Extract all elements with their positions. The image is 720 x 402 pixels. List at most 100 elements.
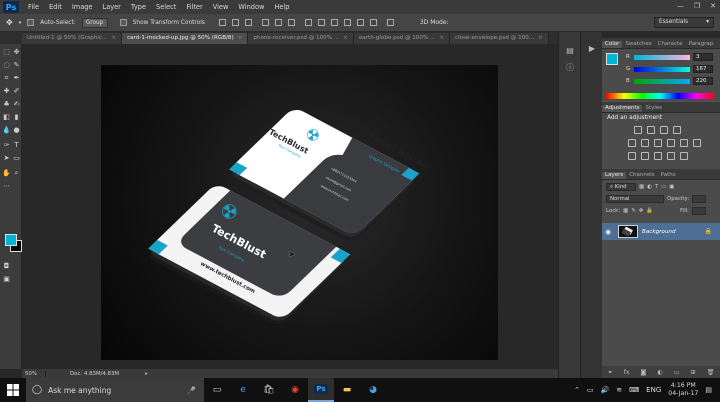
menu-file[interactable]: File <box>23 3 44 11</box>
distribute-bottom-icon[interactable] <box>330 19 338 26</box>
exposure-icon[interactable] <box>673 126 681 134</box>
lasso-tool-icon[interactable]: ◌ <box>2 61 11 70</box>
slider-blue[interactable]: B 220 <box>626 77 713 85</box>
adjustment-layer-icon[interactable]: ◐ <box>657 369 662 376</box>
canvas-area[interactable]: ☢ TechBlust Your Company www.techblust.c… <box>22 44 558 369</box>
new-group-icon[interactable]: ▭ <box>674 369 680 376</box>
layer-kind-filter[interactable]: ⌕ Kind <box>606 183 636 191</box>
lock-move-icon[interactable]: ✥ <box>639 208 644 214</box>
tab-untitled[interactable]: Untitled-1 @ 50% (Graphic... × <box>22 33 123 44</box>
toolbox-grip[interactable] <box>0 32 22 44</box>
document-canvas[interactable]: ☢ TechBlust Your Company www.techblust.c… <box>101 65 498 360</box>
menu-image[interactable]: Image <box>67 3 98 11</box>
auto-align-icon[interactable] <box>386 19 394 26</box>
align-center-icon[interactable] <box>274 19 282 26</box>
menu-type[interactable]: Type <box>126 3 151 11</box>
tab-adjustments[interactable]: Adjustments <box>602 105 643 112</box>
restore-icon[interactable]: ❐ <box>694 2 700 10</box>
lock-pixels-icon[interactable]: ▦ <box>623 208 628 214</box>
crop-tool-icon[interactable]: ⌗ <box>2 74 11 83</box>
healing-tool-icon[interactable]: ✚ <box>2 87 11 96</box>
browser-icon[interactable]: ◕ <box>360 378 386 402</box>
layer-name[interactable]: Background <box>642 229 676 235</box>
screen-mode-icon[interactable]: ▣ <box>2 275 11 284</box>
channel-mixer-icon[interactable] <box>693 139 701 147</box>
shape-tool-icon[interactable]: ▭ <box>12 154 21 163</box>
eye-icon[interactable]: ◉ <box>602 228 614 236</box>
auto-select-checkbox[interactable] <box>27 19 35 26</box>
language-indicator[interactable]: ENG <box>646 386 661 394</box>
close-icon[interactable]: × <box>111 35 116 41</box>
slider-red-value[interactable]: 3 <box>693 53 713 61</box>
hand-tool-icon[interactable]: ✋ <box>2 169 11 178</box>
distribute-middle-icon[interactable] <box>317 19 325 26</box>
slider-blue-track[interactable] <box>634 78 690 84</box>
distribute-left-icon[interactable] <box>343 19 351 26</box>
tab-phone-receiver[interactable]: phone-receiver.psd @ 100% ... × <box>248 33 354 44</box>
tab-close-envelope[interactable]: close-envelope.psd @ 100... × <box>450 33 549 44</box>
curves-icon[interactable] <box>660 126 668 134</box>
distribute-top-icon[interactable] <box>304 19 312 26</box>
slider-green-value[interactable]: 167 <box>693 65 713 73</box>
tab-channels[interactable]: Channels <box>626 172 657 179</box>
stamp-tool-icon[interactable]: ♣ <box>2 100 11 109</box>
photo-filter-icon[interactable] <box>680 139 688 147</box>
notifications-icon[interactable]: ▤ <box>705 386 712 394</box>
path-select-tool-icon[interactable]: ➤ <box>2 154 11 163</box>
play-icon[interactable]: ▶ <box>587 44 597 54</box>
blend-mode-dropdown[interactable]: Normal <box>606 195 664 203</box>
lock-all-icon[interactable]: 🔒 <box>646 208 653 214</box>
auto-select-dropdown[interactable]: Group <box>81 17 108 28</box>
microphone-icon[interactable]: 🎤 <box>187 386 196 395</box>
minimize-icon[interactable]: — <box>677 2 684 10</box>
close-icon[interactable]: × <box>238 35 243 41</box>
tab-paragraph[interactable]: Paragrap <box>686 41 717 48</box>
align-top-icon[interactable] <box>218 19 226 26</box>
filter-adjust-icon[interactable]: ◐ <box>647 184 652 190</box>
menu-edit[interactable]: Edit <box>44 3 67 11</box>
menu-window[interactable]: Window <box>233 3 269 11</box>
filter-pixel-icon[interactable]: ▦ <box>639 184 644 190</box>
filter-smart-icon[interactable]: ▣ <box>669 184 674 190</box>
pen-tool-icon[interactable]: ✑ <box>2 141 11 150</box>
tab-swatches[interactable]: Swatches <box>622 41 654 48</box>
tab-styles[interactable]: Styles <box>642 105 665 112</box>
workspace-dropdown[interactable]: Essentials ▾ <box>654 17 714 28</box>
store-icon[interactable]: 🛍 <box>256 378 282 402</box>
menu-view[interactable]: View <box>208 3 234 11</box>
link-layers-icon[interactable]: ⚭ <box>608 369 613 376</box>
filter-type-icon[interactable]: T <box>655 184 658 190</box>
start-button[interactable] <box>0 378 26 402</box>
invert-icon[interactable] <box>628 152 636 160</box>
chrome-icon[interactable]: ◉ <box>282 378 308 402</box>
wifi-icon[interactable]: ≋ <box>616 386 622 394</box>
slider-green[interactable]: G 167 <box>626 65 713 73</box>
gradient-map-icon[interactable] <box>680 152 688 160</box>
edge-icon[interactable]: e <box>230 378 256 402</box>
type-tool-icon[interactable]: T <box>12 141 21 150</box>
lock-paint-icon[interactable]: ✎ <box>631 208 636 214</box>
tab-paths[interactable]: Paths <box>658 172 679 179</box>
clock[interactable]: 4:16 PM 04-Jan-17 <box>668 382 698 398</box>
chevron-right-icon[interactable]: ▸ <box>145 371 148 377</box>
foreground-color-swatch[interactable] <box>5 234 17 246</box>
distribute-right-icon[interactable] <box>369 19 377 26</box>
slider-green-track[interactable] <box>634 66 690 72</box>
close-icon[interactable]: × <box>343 35 348 41</box>
filter-shape-icon[interactable]: ▭ <box>661 184 666 190</box>
eyedropper-tool-icon[interactable]: ✒ <box>12 74 21 83</box>
menu-help[interactable]: Help <box>269 3 294 11</box>
black-white-icon[interactable] <box>667 139 675 147</box>
fill-field[interactable] <box>692 207 707 215</box>
info-icon[interactable]: ⓘ <box>565 62 575 72</box>
task-view-icon[interactable]: ▭ <box>204 378 230 402</box>
tab-earth-globe[interactable]: earth-globe.psd @ 100% ... × <box>353 33 451 44</box>
close-icon[interactable]: ✕ <box>710 2 716 10</box>
distribute-center-icon[interactable] <box>356 19 364 26</box>
add-mask-icon[interactable]: ◙ <box>641 369 647 376</box>
chevron-down-icon[interactable]: ▾ <box>19 20 22 26</box>
history-icon[interactable]: ▤ <box>565 46 575 56</box>
show-transform-checkbox[interactable] <box>119 19 127 26</box>
menu-layer[interactable]: Layer <box>97 3 125 11</box>
vibrance-icon[interactable] <box>628 139 636 147</box>
